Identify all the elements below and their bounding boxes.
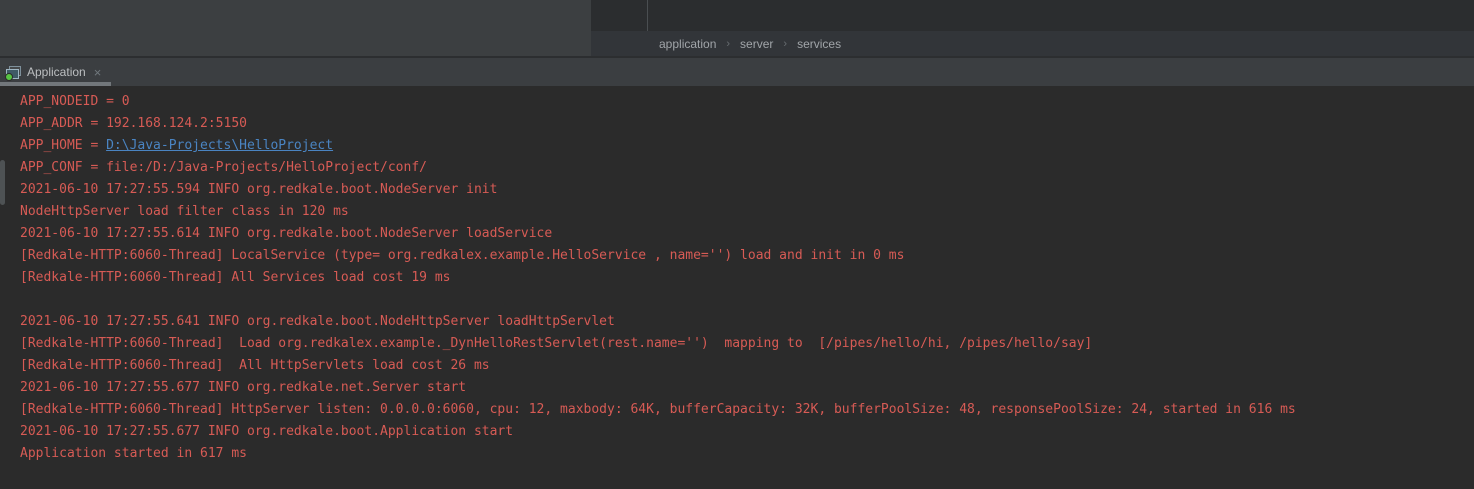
log-text: Application started in 617 ms [20, 446, 247, 461]
console-line: APP_NODEID = 0 [20, 91, 1474, 113]
editor-header-panel: application › server › services [591, 0, 1474, 56]
console-line [20, 289, 1474, 311]
breadcrumb-separator: › [783, 38, 787, 50]
log-text: [Redkale-HTTP:6060-Thread] All HttpServl… [20, 358, 490, 373]
console-line: APP_HOME = D:\Java-Projects\HelloProject [20, 135, 1474, 157]
log-text: 2021-06-10 17:27:55.594 INFO org.redkale… [20, 182, 497, 197]
editor-empty-panel [0, 0, 591, 56]
running-indicator-dot [5, 73, 13, 81]
console-line: 2021-06-10 17:27:55.641 INFO org.redkale… [20, 311, 1474, 333]
log-text: [Redkale-HTTP:6060-Thread] LocalService … [20, 248, 904, 263]
app-home-link[interactable]: D:\Java-Projects\HelloProject [106, 138, 333, 153]
tab-label: Application [27, 65, 86, 79]
console-line: [Redkale-HTTP:6060-Thread] Load org.redk… [20, 333, 1474, 355]
console-line: [Redkale-HTTP:6060-Thread] All Services … [20, 267, 1474, 289]
close-icon[interactable]: × [94, 66, 102, 79]
console-line: APP_ADDR = 192.168.124.2:5150 [20, 113, 1474, 135]
console-icon [6, 66, 21, 79]
editor-top-strip [591, 0, 1474, 31]
panel-divider [647, 0, 648, 31]
console-line: [Redkale-HTTP:6060-Thread] HttpServer li… [20, 399, 1474, 421]
log-text: [Redkale-HTTP:6060-Thread] HttpServer li… [20, 402, 1296, 417]
log-text: NodeHttpServer load filter class in 120 … [20, 204, 349, 219]
log-text: 2021-06-10 17:27:55.677 INFO org.redkale… [20, 380, 466, 395]
left-scrollbar-thumb[interactable] [0, 160, 5, 205]
breadcrumb-item-application[interactable]: application [657, 37, 718, 51]
console-line: 2021-06-10 17:27:55.677 INFO org.redkale… [20, 421, 1474, 443]
breadcrumb-separator: › [726, 38, 730, 50]
console-output[interactable]: APP_NODEID = 0 APP_ADDR = 192.168.124.2:5… [0, 86, 1474, 489]
breadcrumb-item-server[interactable]: server [738, 37, 775, 51]
console-line: 2021-06-10 17:27:55.677 INFO org.redkale… [20, 377, 1474, 399]
log-text: APP_HOME = [20, 138, 106, 153]
console-line: [Redkale-HTTP:6060-Thread] LocalService … [20, 245, 1474, 267]
log-text: [Redkale-HTTP:6060-Thread] All Services … [20, 270, 450, 285]
log-text: [Redkale-HTTP:6060-Thread] Load org.redk… [20, 336, 1092, 351]
breadcrumb: application › server › services [591, 31, 1474, 56]
console-line: APP_CONF = file:/D:/Java-Projects/HelloP… [20, 157, 1474, 179]
tab-application[interactable]: Application × [0, 60, 110, 84]
log-text: APP_ADDR = 192.168.124.2:5150 [20, 116, 247, 131]
console-line: NodeHttpServer load filter class in 120 … [20, 201, 1474, 223]
console-line: [Redkale-HTTP:6060-Thread] All HttpServl… [20, 355, 1474, 377]
log-text: 2021-06-10 17:27:55.614 INFO org.redkale… [20, 226, 552, 241]
log-text: APP_NODEID = 0 [20, 94, 130, 109]
console-line: 2021-06-10 17:27:55.614 INFO org.redkale… [20, 223, 1474, 245]
breadcrumb-item-services[interactable]: services [795, 37, 843, 51]
log-text: APP_CONF = file:/D:/Java-Projects/HelloP… [20, 160, 427, 175]
log-text: 2021-06-10 17:27:55.641 INFO org.redkale… [20, 314, 615, 329]
run-toolwindow-tabbar: Application × [0, 56, 1474, 86]
console-line: Application started in 617 ms [20, 443, 1474, 465]
log-text: 2021-06-10 17:27:55.677 INFO org.redkale… [20, 424, 513, 439]
console-line: 2021-06-10 17:27:55.594 INFO org.redkale… [20, 179, 1474, 201]
